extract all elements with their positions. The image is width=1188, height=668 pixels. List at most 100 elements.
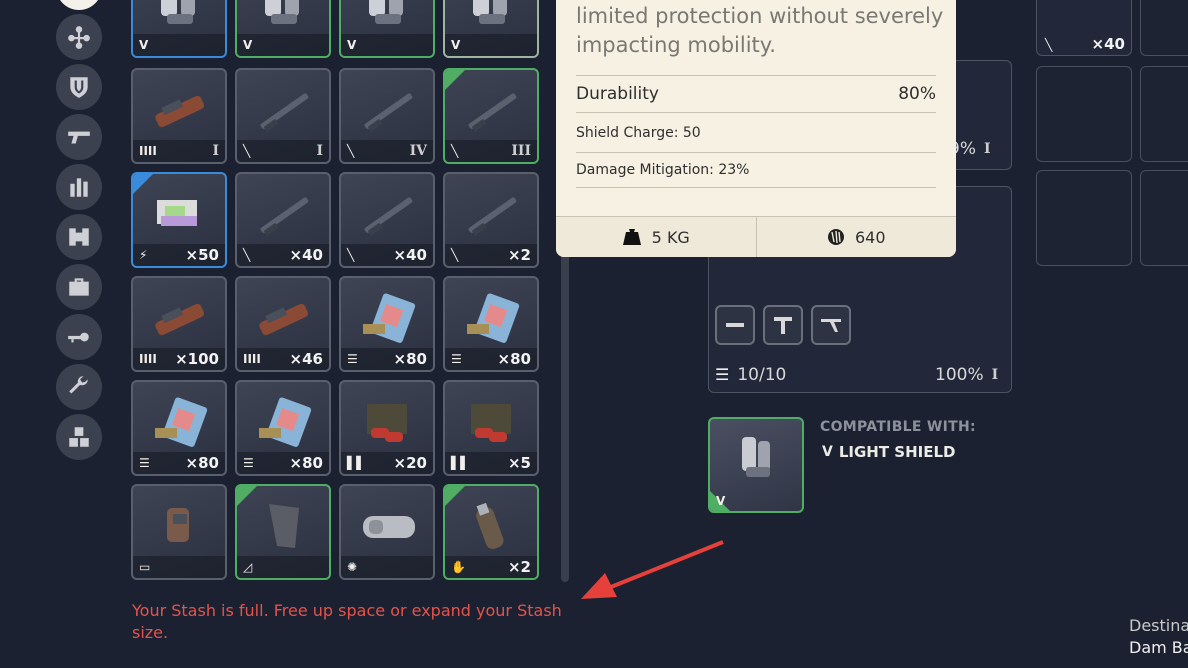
empty-slot[interactable] <box>1036 170 1132 266</box>
medium-ammo-item-art <box>359 290 419 344</box>
mods-category-button[interactable] <box>56 214 102 260</box>
stash-item[interactable]: ✋ ×2 <box>443 484 539 580</box>
item-footer: IIII ×46 <box>237 348 329 370</box>
stash-item[interactable]: IIII ×100 <box>131 276 227 372</box>
shield-recharger-icon <box>742 437 770 477</box>
item-footer: ☰ ×80 <box>445 348 537 370</box>
medium-ammo-item-art <box>463 290 523 344</box>
item-count: ×50 <box>185 246 219 264</box>
stock-item-art <box>255 498 315 552</box>
stash-item[interactable]: Ⅴ <box>131 0 227 58</box>
medium-ammo-icon: ☰ <box>243 456 254 470</box>
stash-item[interactable]: ☰ ×80 <box>339 276 435 372</box>
damage-mitigation-row: Damage Mitigation: 23% <box>576 152 936 188</box>
ammo-category-button[interactable] <box>56 164 102 210</box>
item-tier: IV <box>409 143 427 159</box>
stash-item[interactable]: ▭ <box>131 484 227 580</box>
stash-item[interactable]: ╲ ×40 <box>339 172 435 268</box>
light-ammo-icon: ╲ <box>243 248 251 262</box>
item-count: ×2 <box>507 246 531 264</box>
empty-slot[interactable] <box>1140 170 1188 266</box>
mod-slot-stock[interactable] <box>811 305 851 345</box>
tier-icon: I <box>991 367 999 383</box>
utilities-category-button[interactable] <box>56 264 102 310</box>
item-count: ×20 <box>393 454 427 472</box>
stash-item[interactable]: Ⅴ <box>443 0 539 58</box>
weapon-2-ammo: 10/10 <box>737 365 787 385</box>
item-count: ×2 <box>507 558 531 576</box>
top-item-slot[interactable]: ╲ ×40 <box>1036 0 1132 56</box>
item-footer: ☰ ×80 <box>237 452 329 474</box>
durability-row: Durability 80% <box>576 75 936 112</box>
heavy-ammo-icon: IIII <box>139 144 157 158</box>
item-footer: ╲ I <box>237 140 329 162</box>
all-category-button[interactable] <box>56 0 102 10</box>
material-icon: ✺ <box>347 560 358 574</box>
compatible-label: COMPATIBLE WITH: <box>820 419 976 435</box>
stash-item[interactable]: Ⅴ <box>235 0 331 58</box>
stash-item[interactable]: ╲ ×40 <box>235 172 331 268</box>
destination-info: Destina Dam Ba <box>1129 615 1188 659</box>
empty-slot[interactable] <box>1140 66 1188 162</box>
item-footer: Ⅴ <box>341 34 433 56</box>
stash-item[interactable]: ╲ I <box>235 68 331 164</box>
stash-item[interactable]: ☰ ×80 <box>131 380 227 476</box>
stash-item[interactable]: ╲ IV <box>339 68 435 164</box>
mod-slot-grip[interactable] <box>763 305 803 345</box>
heavy-ammo-icon: ☰ <box>715 365 730 384</box>
empty-slot[interactable] <box>1140 0 1188 56</box>
light-ammo-icon: ╲ <box>243 144 251 158</box>
stash-item[interactable]: ╲ III <box>443 68 539 164</box>
light-ammo-icon: ╲ <box>1045 38 1053 52</box>
augment-icon <box>68 26 90 49</box>
stash-item[interactable]: ☰ ×80 <box>443 276 539 372</box>
item-tier: I <box>316 143 323 159</box>
light-ammo-item-art <box>463 186 523 240</box>
empty-slot[interactable] <box>1036 66 1132 162</box>
weapons-category-button[interactable] <box>56 114 102 160</box>
light-ammo-icon: ╲ <box>451 144 459 158</box>
item-footer: ▭ <box>133 556 225 578</box>
stash-item[interactable]: ▌▌ ×20 <box>339 380 435 476</box>
stash-item[interactable]: ▌▌ ×5 <box>443 380 539 476</box>
stash-item[interactable]: ☰ ×80 <box>235 380 331 476</box>
destination-label: Destina <box>1129 616 1188 635</box>
item-count: ×40 <box>393 246 427 264</box>
compatible-item-card[interactable]: Ⅴ <box>708 417 804 513</box>
item-count: ×46 <box>289 350 323 368</box>
stash-item[interactable]: ⚡ ×50 <box>131 172 227 268</box>
heavy-ammo-icon: IIII <box>243 352 261 366</box>
toolbox-icon <box>69 278 89 296</box>
stock-icon: ◿ <box>243 560 253 574</box>
wrench-icon <box>69 376 88 394</box>
stash-item[interactable]: ◿ <box>235 484 331 580</box>
stash-item[interactable]: ╲ ×2 <box>443 172 539 268</box>
shield-item-art <box>255 0 315 30</box>
item-count: ×40 <box>289 246 323 264</box>
mod-slot-muzzle[interactable] <box>715 305 755 345</box>
stash-item[interactable]: Ⅴ <box>339 0 435 58</box>
augments-category-button[interactable] <box>56 14 102 60</box>
materials-category-button[interactable] <box>56 364 102 410</box>
stash-item[interactable]: ✺ <box>339 484 435 580</box>
heavy-ammo-icon: IIII <box>139 352 157 366</box>
item-footer: IIII ×100 <box>133 348 225 370</box>
shields-category-button[interactable] <box>56 64 102 110</box>
item-footer: ⚡ ×50 <box>133 244 225 266</box>
compatible-item: Ⅴ LIGHT SHIELD <box>822 443 956 461</box>
material-item-art <box>359 498 419 552</box>
item-tier: III <box>511 143 531 159</box>
medium-ammo-icon: ☰ <box>139 456 150 470</box>
shotgun-ammo-item-art <box>463 394 523 448</box>
shotgun-ammo-item-art <box>359 394 419 448</box>
keys-category-button[interactable] <box>56 314 102 360</box>
item-footer: ▌▌ ×5 <box>445 452 537 474</box>
shotgun-ammo-icon: ▌▌ <box>451 456 470 470</box>
stash-item[interactable]: IIII ×46 <box>235 276 331 372</box>
misc-category-button[interactable] <box>56 414 102 460</box>
heavy-ammo-item-art <box>255 290 315 344</box>
red-arrow-annotation <box>581 540 724 599</box>
shield-charge: Shield Charge: 50 <box>576 124 701 141</box>
stash-item[interactable]: IIII I <box>131 68 227 164</box>
item-footer: Ⅴ <box>237 34 329 56</box>
